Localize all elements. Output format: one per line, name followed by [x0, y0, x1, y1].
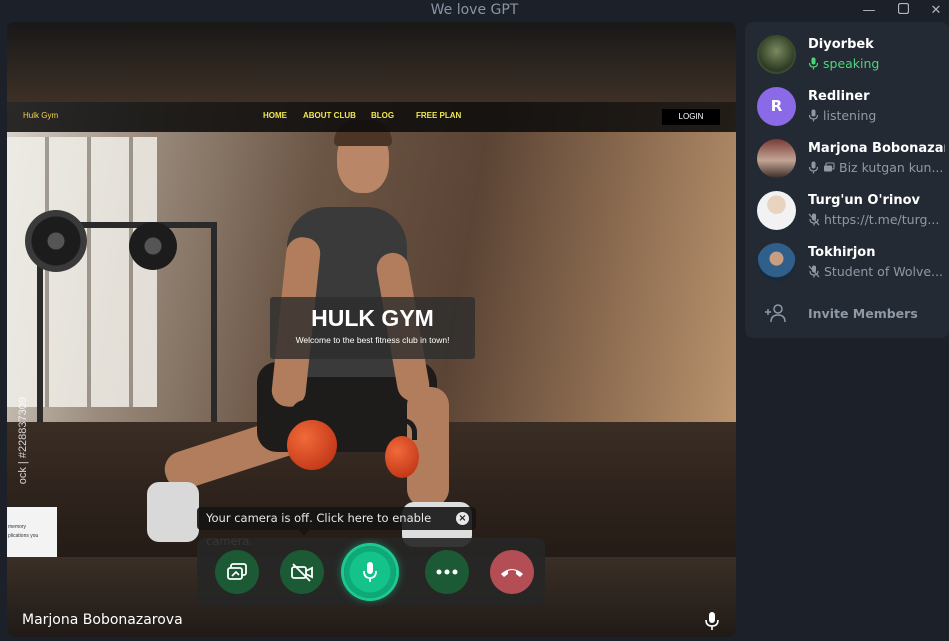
member-status: Biz kutgan kun...	[808, 160, 945, 175]
weight-plate	[25, 210, 87, 272]
popup-line: plications you	[8, 533, 39, 539]
camera-off-tooltip[interactable]: Your camera is off. Click here to enable…	[197, 507, 476, 548]
member-name: Turg'un O'rinov	[808, 193, 920, 208]
close-button[interactable]: ✕	[925, 2, 947, 20]
window-title: We love GPT	[430, 2, 519, 18]
member-status: speaking	[808, 56, 945, 71]
screen-share-icon	[227, 563, 247, 580]
hero-title: HULK GYM	[311, 305, 434, 331]
member-row[interactable]: Tokhirjon Student of Wolve...	[745, 230, 949, 282]
hero-banner: HULK GYM Welcome to the best fitness clu…	[270, 297, 475, 359]
microphone-muted-icon	[808, 265, 820, 278]
speaker-name: Marjona Bobonazarova	[22, 612, 183, 628]
camera-button[interactable]	[280, 550, 324, 594]
add-user-icon	[765, 304, 786, 323]
camera-off-icon	[291, 563, 313, 582]
member-status: Student of Wolve...	[808, 264, 945, 279]
title-bar: We love GPT — ✕	[0, 0, 949, 22]
speaker-mic	[704, 611, 720, 635]
video-stage[interactable]: Hulk Gym HOME ABOUT CLUB BLOG FREE PLAN …	[7, 22, 736, 637]
leave-call-button[interactable]	[490, 550, 534, 594]
microphone-icon	[705, 612, 719, 630]
avatar	[757, 191, 796, 230]
login-button[interactable]: LOGIN	[662, 109, 720, 125]
member-status: listening	[808, 108, 945, 123]
more-icon	[436, 569, 458, 575]
avatar	[757, 139, 796, 178]
nav-blog[interactable]: BLOG	[371, 111, 394, 120]
screen-share-icon	[824, 162, 835, 172]
member-row[interactable]: R Redliner listening	[745, 74, 949, 126]
member-name: Redliner	[808, 89, 870, 104]
maximize-button[interactable]	[892, 2, 914, 20]
member-status-text: Biz kutgan kun...	[839, 160, 944, 175]
person-shoe	[147, 482, 199, 542]
nav-free-plan[interactable]: FREE PLAN	[416, 111, 461, 120]
microphone-icon	[808, 57, 819, 70]
hero-subtitle: Welcome to the best fitness club in town…	[295, 335, 450, 345]
member-row[interactable]: Turg'un O'rinov https://t.me/turg...	[745, 178, 949, 230]
stock-watermark: ock | #228837309	[17, 397, 29, 485]
video-blur-top	[7, 22, 736, 102]
microphone-button[interactable]	[344, 546, 396, 598]
site-navbar: Hulk Gym HOME ABOUT CLUB BLOG FREE PLAN …	[7, 102, 736, 132]
member-status: https://t.me/turg...	[808, 212, 945, 227]
call-controls	[197, 538, 545, 605]
members-panel: Diyorbek speaking R Redliner listening M…	[745, 22, 949, 338]
microphone-icon	[808, 161, 819, 174]
member-status-text: Student of Wolve...	[824, 264, 943, 279]
microphone-icon	[808, 109, 819, 122]
member-status-text: https://t.me/turg...	[824, 212, 940, 227]
member-name: Diyorbek	[808, 37, 874, 52]
avatar	[757, 35, 796, 74]
tooltip-arrow	[299, 530, 309, 536]
site-brand[interactable]: Hulk Gym	[23, 111, 58, 120]
invite-members-button[interactable]: Invite Members	[745, 297, 949, 327]
member-row[interactable]: Diyorbek speaking	[745, 22, 949, 74]
member-status-text: speaking	[823, 56, 880, 71]
nav-about-club[interactable]: ABOUT CLUB	[303, 111, 356, 120]
nav-home[interactable]: HOME	[263, 111, 287, 120]
minimize-button[interactable]: —	[858, 2, 880, 20]
shared-screen: Hulk Gym HOME ABOUT CLUB BLOG FREE PLAN …	[7, 102, 736, 557]
member-status-text: listening	[823, 108, 877, 123]
more-button[interactable]	[425, 550, 469, 594]
weight-plate	[129, 222, 177, 270]
maximize-icon	[897, 2, 909, 15]
microphone-icon	[363, 562, 377, 582]
hang-up-icon	[501, 569, 523, 577]
invite-members-label: Invite Members	[808, 306, 918, 321]
screen-share-button[interactable]	[215, 550, 259, 594]
close-icon[interactable]: ×	[456, 512, 469, 525]
avatar: R	[757, 87, 796, 126]
member-row[interactable]: Marjona Bobonazarova Biz kutgan kun...	[745, 126, 949, 178]
kettlebell	[385, 436, 419, 478]
site-popup: memory plications you	[7, 507, 57, 557]
popup-line: memory	[8, 524, 27, 530]
member-name: Marjona Bobonazarova	[808, 141, 945, 156]
kettlebell	[287, 420, 337, 470]
microphone-muted-icon	[808, 213, 820, 226]
avatar	[757, 243, 796, 282]
member-name: Tokhirjon	[808, 245, 876, 260]
